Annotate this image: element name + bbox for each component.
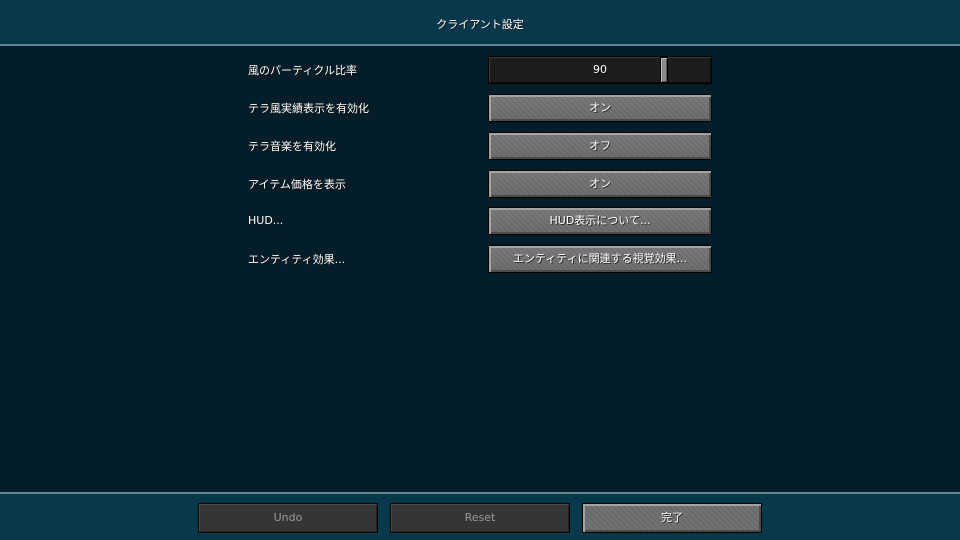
hud-settings-button[interactable]: HUD表示について...	[488, 207, 712, 235]
entity-effects-button[interactable]: エンティティに関連する視覚効果...	[488, 245, 712, 273]
wind-particle-ratio-slider[interactable]: 90	[488, 56, 712, 84]
done-button[interactable]: 完了	[582, 503, 762, 533]
terra-music-toggle[interactable]: オフ	[488, 132, 712, 160]
undo-button[interactable]: Undo	[198, 503, 378, 533]
item-price-toggle[interactable]: オン	[488, 170, 712, 198]
reset-button[interactable]: Reset	[390, 503, 570, 533]
slider-handle[interactable]	[660, 57, 668, 83]
page-title: クライアント設定	[436, 18, 524, 31]
entity-effects-label: エンティティ効果...	[248, 253, 346, 266]
item-price-label: アイテム価格を表示	[248, 178, 346, 191]
hud-label: HUD...	[248, 214, 284, 227]
wind-particle-ratio-value: 90	[593, 63, 607, 76]
terra-wind-achievement-label: テラ風実績表示を有効化	[248, 102, 369, 115]
settings-panel	[0, 46, 960, 492]
wind-particle-ratio-label: 風のパーティクル比率	[248, 64, 358, 77]
terra-wind-achievement-toggle[interactable]: オン	[488, 94, 712, 122]
header-bar: クライアント設定	[0, 0, 960, 46]
terra-music-label: テラ音楽を有効化	[248, 140, 336, 153]
footer-bar: Undo Reset 完了	[0, 492, 960, 540]
